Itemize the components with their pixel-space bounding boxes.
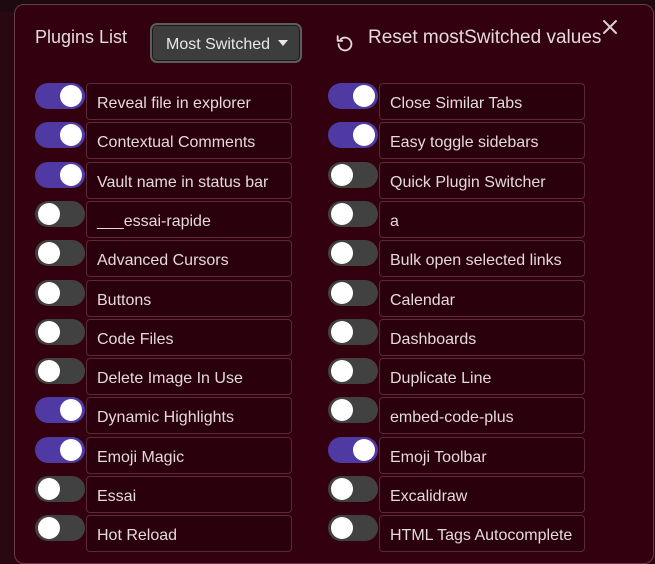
plugin-name[interactable]: Bulk open selected links [379,240,585,277]
plugin-name[interactable]: Buttons [86,280,292,317]
plugin-name[interactable]: Contextual Comments [86,122,292,159]
reset-icon[interactable] [334,33,356,55]
plugin-name[interactable]: Excalidraw [379,476,585,513]
plugin-name[interactable]: Reveal file in explorer [86,83,292,120]
plugin-toggle[interactable] [35,397,85,423]
plugin-toggle[interactable] [328,162,378,188]
plugin-name[interactable]: embed-code-plus [379,397,585,434]
toggle-knob [353,124,375,146]
reset-button[interactable]: Reset mostSwitched values [368,27,601,49]
toggle-knob [60,85,82,107]
plugin-toggle[interactable] [35,358,85,384]
plugin-toggle[interactable] [328,437,378,463]
toggle-knob [331,360,353,382]
plugin-toggle[interactable] [35,83,85,109]
toggle-knob [38,282,60,304]
plugin-toggle[interactable] [35,201,85,227]
close-icon[interactable] [600,17,620,37]
toggle-knob [331,321,353,343]
plugin-name[interactable]: Code Files [86,319,292,356]
toggle-knob [353,85,375,107]
plugin-toggle[interactable] [328,476,378,502]
toggle-knob [60,399,82,421]
plugin-name[interactable]: Vault name in status bar [86,162,292,199]
plugin-toggle[interactable] [328,397,378,423]
plugin-name[interactable]: Duplicate Line [379,358,585,395]
plugin-name[interactable]: Hot Reload [86,515,292,552]
plugin-toggle[interactable] [328,240,378,266]
plugin-name[interactable]: Emoji Magic [86,437,292,474]
chevron-down-icon [278,40,288,46]
plugin-name[interactable]: Delete Image In Use [86,358,292,395]
plugin-name[interactable]: HTML Tags Autocomplete [379,515,585,552]
sort-select[interactable]: Most Switched [150,23,302,63]
toggle-knob [38,203,60,225]
plugin-toggle[interactable] [328,319,378,345]
toggle-knob [331,203,353,225]
plugin-name[interactable]: a [379,201,585,238]
toggle-knob [38,517,60,539]
plugins-modal: Plugins List Most Switched Reset mostSwi… [14,4,654,564]
plugin-toggle[interactable] [35,122,85,148]
toggle-knob [38,321,60,343]
toggle-knob [60,439,82,461]
toggle-knob [60,124,82,146]
plugin-toggle[interactable] [35,476,85,502]
plugin-name[interactable]: Dashboards [379,319,585,356]
toggle-knob [331,242,353,264]
plugin-toggle[interactable] [328,201,378,227]
plugin-toggle[interactable] [328,515,378,541]
plugin-toggle[interactable] [35,319,85,345]
plugin-toggle[interactable] [328,358,378,384]
plugin-toggle[interactable] [35,515,85,541]
plugin-toggle[interactable] [35,280,85,306]
toggle-knob [38,478,60,500]
plugin-toggle[interactable] [35,240,85,266]
plugin-name[interactable]: Easy toggle sidebars [379,122,585,159]
toggle-knob [331,164,353,186]
toggle-knob [331,282,353,304]
plugin-name[interactable]: Calendar [379,280,585,317]
plugin-toggle[interactable] [35,162,85,188]
sort-select-value: Most Switched [166,36,271,53]
plugin-toggle[interactable] [328,122,378,148]
toggle-knob [38,242,60,264]
plugin-toggle[interactable] [35,437,85,463]
plugin-name[interactable]: Close Similar Tabs [379,83,585,120]
plugin-toggle[interactable] [328,83,378,109]
toggle-knob [331,478,353,500]
plugin-name[interactable]: Essai [86,476,292,513]
toggle-knob [38,360,60,382]
toggle-knob [60,164,82,186]
plugin-toggle[interactable] [328,280,378,306]
plugin-name[interactable]: Quick Plugin Switcher [379,162,585,199]
plugin-name[interactable]: Advanced Cursors [86,240,292,277]
toggle-knob [331,517,353,539]
plugin-name[interactable]: Dynamic Highlights [86,397,292,434]
plugin-name[interactable]: ___essai-rapide [86,201,292,238]
toggle-knob [331,399,353,421]
modal-title: Plugins List [35,27,128,47]
toggle-knob [353,439,375,461]
plugin-name[interactable]: Emoji Toolbar [379,437,585,474]
